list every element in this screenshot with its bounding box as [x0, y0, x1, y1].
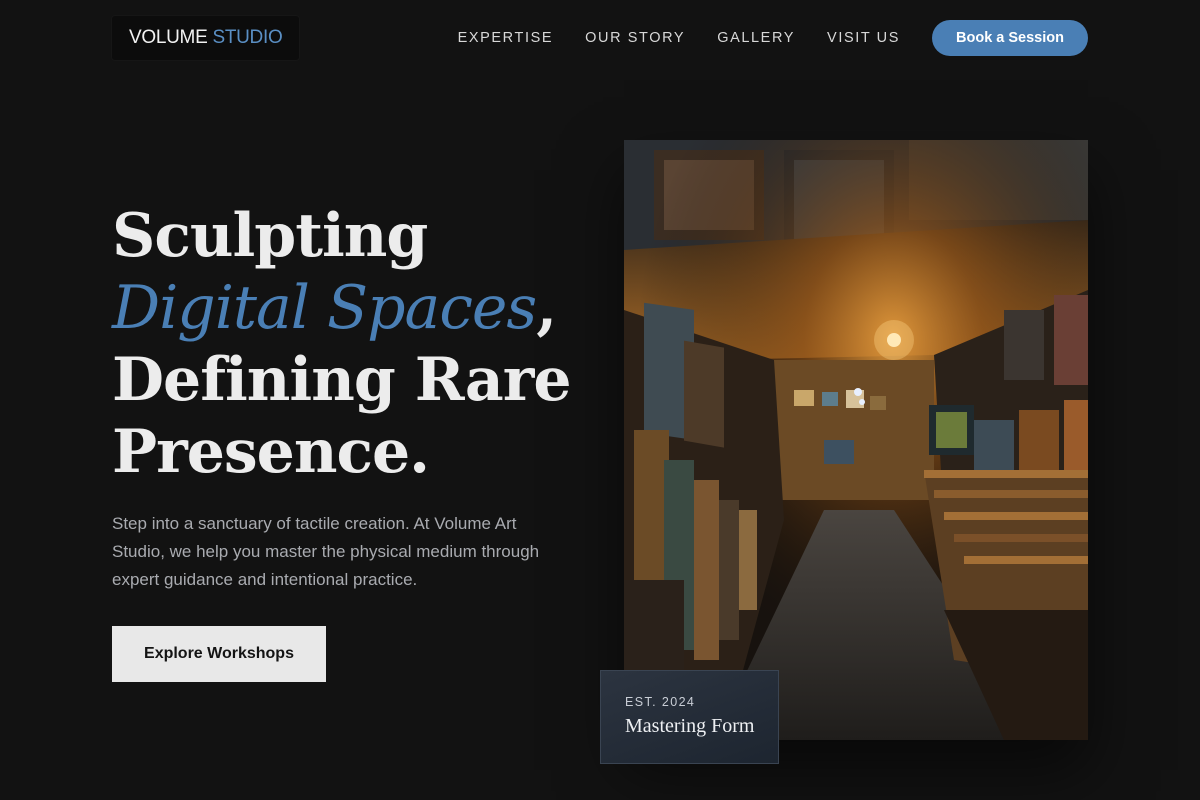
nav-link-expertise[interactable]: EXPERTISE [458, 30, 554, 46]
established-badge: EST. 2024 Mastering Form [600, 670, 779, 764]
nav-menu: EXPERTISE OUR STORY GALLERY VISIT US Boo… [458, 20, 1088, 56]
book-session-button[interactable]: Book a Session [932, 20, 1088, 56]
landing-page: VOLUME STUDIO EXPERTISE OUR STORY GALLER… [0, 0, 1200, 800]
hero-headline: Sculpting Digital Spaces, Defining Rare … [112, 200, 592, 488]
headline-line-4: Presence. [112, 417, 430, 487]
nav-link-our-story[interactable]: OUR STORY [585, 30, 685, 46]
brand-logo[interactable]: VOLUME STUDIO [112, 16, 300, 60]
explore-workshops-button[interactable]: Explore Workshops [112, 626, 326, 682]
logo-word-studio: STUDIO [212, 27, 283, 48]
gallery-corridor-illustration [624, 140, 1088, 740]
headline-line-3: Defining Rare [112, 345, 572, 415]
hero-image [624, 140, 1088, 740]
hero-description: Step into a sanctuary of tactile creatio… [112, 514, 540, 589]
nav-link-gallery[interactable]: GALLERY [717, 30, 795, 46]
badge-title: Mastering Form [625, 715, 755, 737]
headline-accent: Digital Spaces [112, 273, 537, 343]
badge-eyebrow: EST. 2024 [625, 695, 696, 709]
top-nav: VOLUME STUDIO EXPERTISE OUR STORY GALLER… [112, 16, 1088, 60]
logo-word-volume: VOLUME [129, 27, 208, 48]
headline-line-2: Digital Spaces, [112, 272, 592, 344]
headline-comma: , [536, 273, 557, 343]
headline-line-1: Sculpting [112, 201, 428, 271]
nav-link-visit-us[interactable]: VISIT US [827, 30, 900, 46]
